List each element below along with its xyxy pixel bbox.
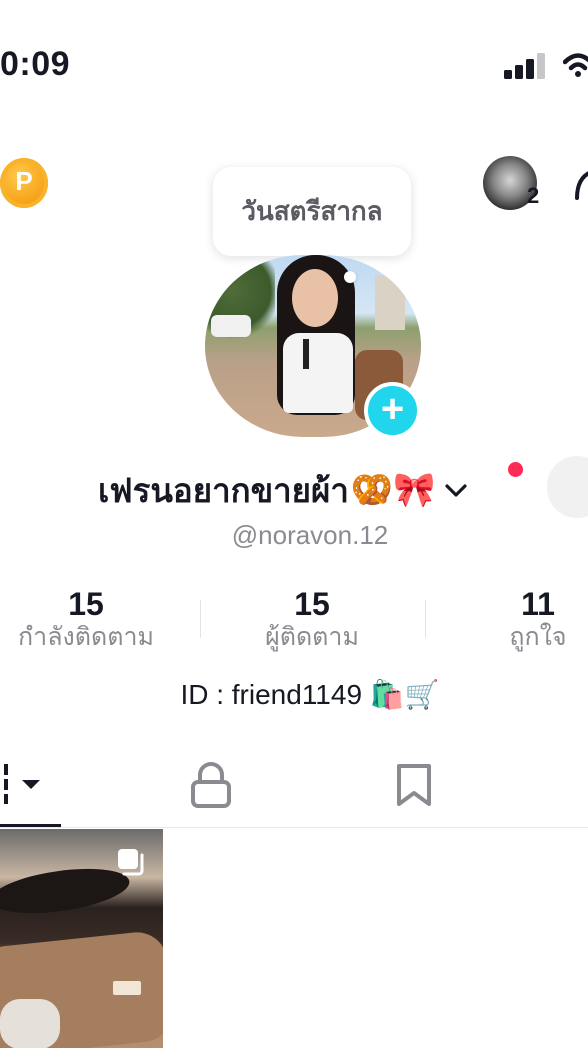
notification-dot — [506, 460, 525, 479]
photo-top — [283, 333, 353, 413]
note-bubble[interactable]: วันสตรีสากล — [213, 167, 411, 256]
cellular-signal-icon — [504, 53, 548, 79]
chevron-down-icon[interactable] — [444, 478, 468, 502]
photo-face — [292, 269, 338, 327]
note-bubble-tail — [344, 271, 356, 283]
footprint-icon[interactable] — [573, 168, 588, 204]
grid-videos-icon — [4, 764, 40, 804]
stat-following-count: 15 — [68, 586, 104, 622]
plus-icon: + — [380, 387, 405, 431]
friends-count-badge: 2 — [527, 183, 540, 208]
add-story-button[interactable]: + — [364, 382, 421, 439]
photo-stripe — [303, 339, 309, 369]
status-time: 0:09 — [0, 45, 71, 83]
tab-private[interactable] — [188, 760, 234, 810]
stat-divider — [425, 600, 426, 638]
stat-likes-count: 11 — [521, 586, 555, 622]
stat-divider — [200, 600, 201, 638]
multi-photo-icon — [118, 849, 144, 876]
photo-car — [211, 315, 251, 337]
stat-followers[interactable]: 15 ผู้ติดตาม — [212, 586, 412, 652]
stat-likes-label: ถูกใจ — [509, 623, 567, 651]
stat-likes: 11 ถูกใจ — [438, 586, 588, 652]
tab-videos[interactable] — [0, 760, 60, 810]
tab-saved[interactable] — [394, 760, 434, 810]
coin-letter: P — [15, 166, 33, 196]
bookmark-icon — [397, 764, 431, 806]
username: @noravon.12 — [231, 520, 389, 550]
display-name-emoji: 🥨🎀 — [350, 471, 436, 509]
display-name: เฟรนอยากขายผ้า — [98, 471, 349, 509]
lock-icon — [191, 762, 231, 808]
photo-building — [375, 275, 405, 330]
tile-fabric-dark — [0, 861, 133, 921]
tile-tag — [113, 981, 141, 995]
bio-text: ID : friend1149 🛍️🛒 — [180, 679, 440, 710]
stat-following-label: กำลังติดตาม — [18, 623, 154, 651]
stat-followers-count: 15 — [294, 586, 330, 622]
display-name-row[interactable]: เฟรนอยากขายผ้า 🥨🎀 — [98, 465, 468, 515]
note-bubble-text: วันสตรีสากล — [241, 196, 383, 226]
coin-points-icon[interactable]: P — [0, 158, 48, 208]
tab-divider — [0, 827, 588, 828]
edit-profile-button[interactable] — [547, 456, 588, 518]
stat-following[interactable]: 15 กำลังติดตาม — [0, 586, 186, 652]
stat-followers-label: ผู้ติดตาม — [265, 623, 359, 651]
tile-fabric-white — [0, 999, 60, 1048]
wifi-icon — [563, 53, 588, 77]
